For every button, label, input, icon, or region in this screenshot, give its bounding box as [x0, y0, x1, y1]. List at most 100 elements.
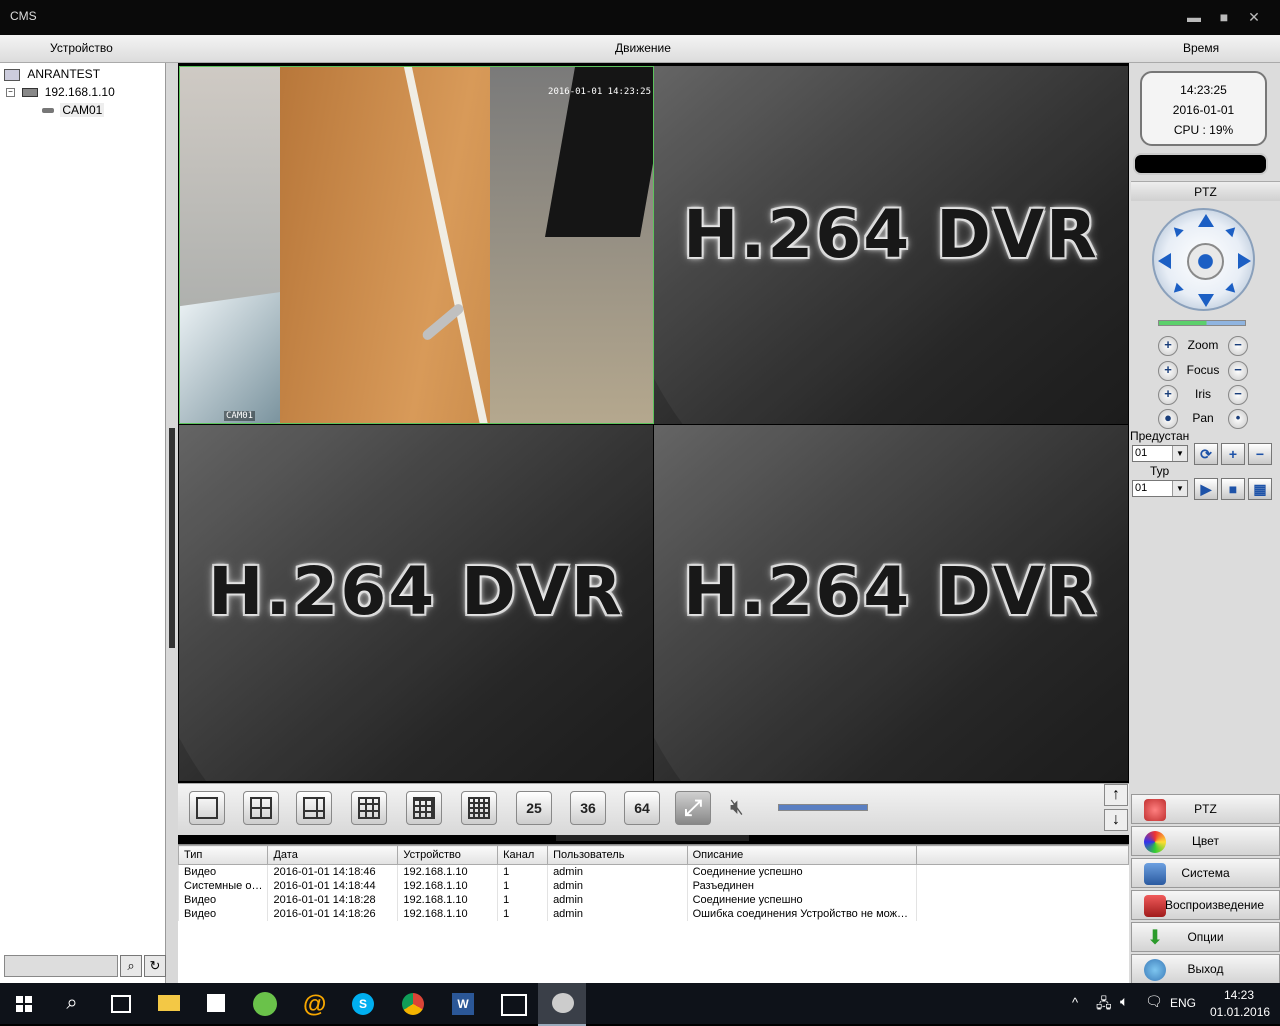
menu-playback-button[interactable]: Воспроизведение	[1131, 890, 1280, 920]
notification-icon[interactable]: 🗨︎	[1145, 993, 1163, 1010]
clock-date[interactable]: 01.01.2016	[1210, 1005, 1270, 1019]
collapse-icon[interactable]: −	[6, 88, 15, 98]
column-user[interactable]: Пользователь	[547, 845, 688, 865]
menu-system-button[interactable]: Система	[1131, 858, 1280, 888]
language-indicator[interactable]: ENG	[1170, 996, 1196, 1010]
log-splitter[interactable]	[556, 835, 749, 841]
zoom-out-button[interactable]: −	[1228, 336, 1248, 356]
network-icon[interactable]: 🖧︎	[1096, 993, 1112, 1017]
ptz-speed-slider[interactable]	[1158, 320, 1246, 326]
table-row[interactable]: Системные о… 2016-01-01 14:18:44 192.168.1…	[177, 879, 1129, 893]
menu-exit-button[interactable]: Выход	[1131, 954, 1280, 984]
menu-ptz-button[interactable]: PTZ	[1131, 794, 1280, 824]
tour-grid-button[interactable]: ▦	[1248, 478, 1272, 500]
arrow-up-icon[interactable]: ↑	[1104, 784, 1128, 806]
arrow-down-icon[interactable]	[1198, 294, 1214, 307]
column-empty	[915, 845, 1130, 865]
minimize-icon[interactable]: ▬	[1182, 6, 1206, 28]
layout-4-button[interactable]	[243, 791, 279, 825]
table-row[interactable]: Видео 2016-01-01 14:18:26 192.168.1.10 1 adm…	[177, 907, 1129, 921]
layout-6-button[interactable]	[296, 791, 332, 825]
column-type[interactable]: Тип	[177, 845, 269, 865]
chevron-up-icon[interactable]: ^	[1072, 995, 1078, 1010]
clock-time[interactable]: 14:23	[1224, 988, 1254, 1002]
arrow-down-icon[interactable]: ↓	[1104, 809, 1128, 831]
table-row[interactable]: Видео 2016-01-01 14:18:46 192.168.1.10 1 adm…	[177, 864, 1129, 879]
fullscreen-icon[interactable]: ⤢	[675, 791, 711, 825]
layout-1-button[interactable]	[189, 791, 225, 825]
preset-select[interactable]: 01 ▼	[1132, 445, 1188, 462]
video-cell-4[interactable]: H.264 DVR	[654, 425, 1128, 781]
collapse-handle[interactable]	[169, 428, 175, 648]
speaker-mute-icon[interactable]: 🔇︎	[730, 794, 762, 824]
volume-icon[interactable]: 🔈︎	[1120, 993, 1128, 1010]
chrome-icon[interactable]	[388, 983, 436, 1024]
panel-collapse-bar[interactable]	[166, 63, 178, 983]
status-box: 14:23:25 2016-01-01 CPU : 19%	[1140, 71, 1267, 146]
ptz-direction-pad[interactable]	[1152, 208, 1255, 311]
volume-slider[interactable]	[778, 804, 868, 811]
utorrent-icon[interactable]	[240, 983, 288, 1024]
refresh-icon[interactable]: ↻	[144, 955, 166, 977]
tour-select[interactable]: 01 ▼	[1132, 480, 1188, 497]
video-cell-3[interactable]: H.264 DVR	[179, 425, 653, 781]
windows-start-icon[interactable]	[0, 983, 48, 1024]
skype-icon[interactable]: S	[338, 983, 386, 1024]
arrow-up-left-icon[interactable]	[1170, 223, 1184, 238]
file-explorer-icon[interactable]	[144, 983, 192, 1024]
arrow-left-icon[interactable]	[1158, 253, 1171, 269]
preset-delete-button[interactable]: −	[1248, 443, 1272, 465]
search-icon[interactable]: ⌕	[120, 955, 142, 977]
store-icon[interactable]	[192, 983, 240, 1024]
iris-open-button[interactable]: +	[1158, 385, 1178, 405]
focus-out-button[interactable]: −	[1228, 361, 1248, 381]
layout-13-button[interactable]	[406, 791, 442, 825]
iris-close-button[interactable]: −	[1228, 385, 1248, 405]
ptz-center-button[interactable]	[1187, 243, 1224, 280]
arrow-up-right-icon[interactable]	[1225, 223, 1239, 238]
focus-in-button[interactable]: +	[1158, 361, 1178, 381]
tour-stop-button[interactable]: ■	[1221, 478, 1245, 500]
arrow-up-icon[interactable]	[1198, 214, 1214, 227]
tree-root[interactable]: ANRANTEST	[4, 67, 100, 81]
mail-agent-icon[interactable]: @	[290, 983, 338, 1024]
pan-row: ● Pan •	[1158, 409, 1250, 429]
video-cell-2[interactable]: H.264 DVR	[654, 66, 1128, 424]
cell-channel: 1	[497, 879, 548, 893]
chevron-down-icon[interactable]: ▼	[1172, 481, 1187, 496]
layout-25-button[interactable]: 25	[516, 791, 552, 825]
layout-36-button[interactable]: 36	[570, 791, 606, 825]
column-date[interactable]: Дата	[267, 845, 399, 865]
photos-icon[interactable]	[488, 983, 536, 1024]
task-view-icon[interactable]	[96, 983, 144, 1024]
zoom-in-button[interactable]: +	[1158, 336, 1178, 356]
tree-device[interactable]: − 192.168.1.10	[6, 85, 115, 99]
preset-call-button[interactable]: ⟳	[1194, 443, 1218, 465]
layout-64-button[interactable]: 64	[624, 791, 660, 825]
layout-16-button[interactable]	[461, 791, 497, 825]
column-channel[interactable]: Канал	[497, 845, 549, 865]
column-description[interactable]: Описание	[686, 845, 917, 865]
word-icon[interactable]: W	[438, 983, 486, 1024]
tree-camera[interactable]: CAM01	[42, 103, 105, 117]
preset-add-button[interactable]: +	[1221, 443, 1245, 465]
zoom-label: Zoom	[1187, 338, 1219, 352]
arrow-down-left-icon[interactable]	[1170, 282, 1184, 297]
menu-color-button[interactable]: Цвет	[1131, 826, 1280, 856]
chevron-down-icon[interactable]: ▼	[1172, 446, 1187, 461]
column-device[interactable]: Устройство	[397, 845, 499, 865]
pan-left-button[interactable]: ●	[1158, 409, 1178, 429]
menu-options-button[interactable]: ⬇ Опции	[1131, 922, 1280, 952]
table-row[interactable]: Видео 2016-01-01 14:18:28 192.168.1.10 1 adm…	[177, 893, 1129, 907]
tour-play-button[interactable]: ▶	[1194, 478, 1218, 500]
close-icon[interactable]: ✕	[1242, 6, 1266, 28]
arrow-down-right-icon[interactable]	[1225, 282, 1239, 297]
search-icon[interactable]: ⌕	[48, 983, 96, 1024]
arrow-right-icon[interactable]	[1238, 253, 1251, 269]
maximize-icon[interactable]: ■	[1212, 6, 1236, 28]
cms-app-icon[interactable]	[538, 983, 586, 1026]
search-input[interactable]	[4, 955, 118, 977]
pan-right-button[interactable]: •	[1228, 409, 1248, 429]
video-cell-1[interactable]: 2016-01-01 14:23:25 CAM01	[179, 66, 654, 424]
layout-9-button[interactable]	[351, 791, 387, 825]
